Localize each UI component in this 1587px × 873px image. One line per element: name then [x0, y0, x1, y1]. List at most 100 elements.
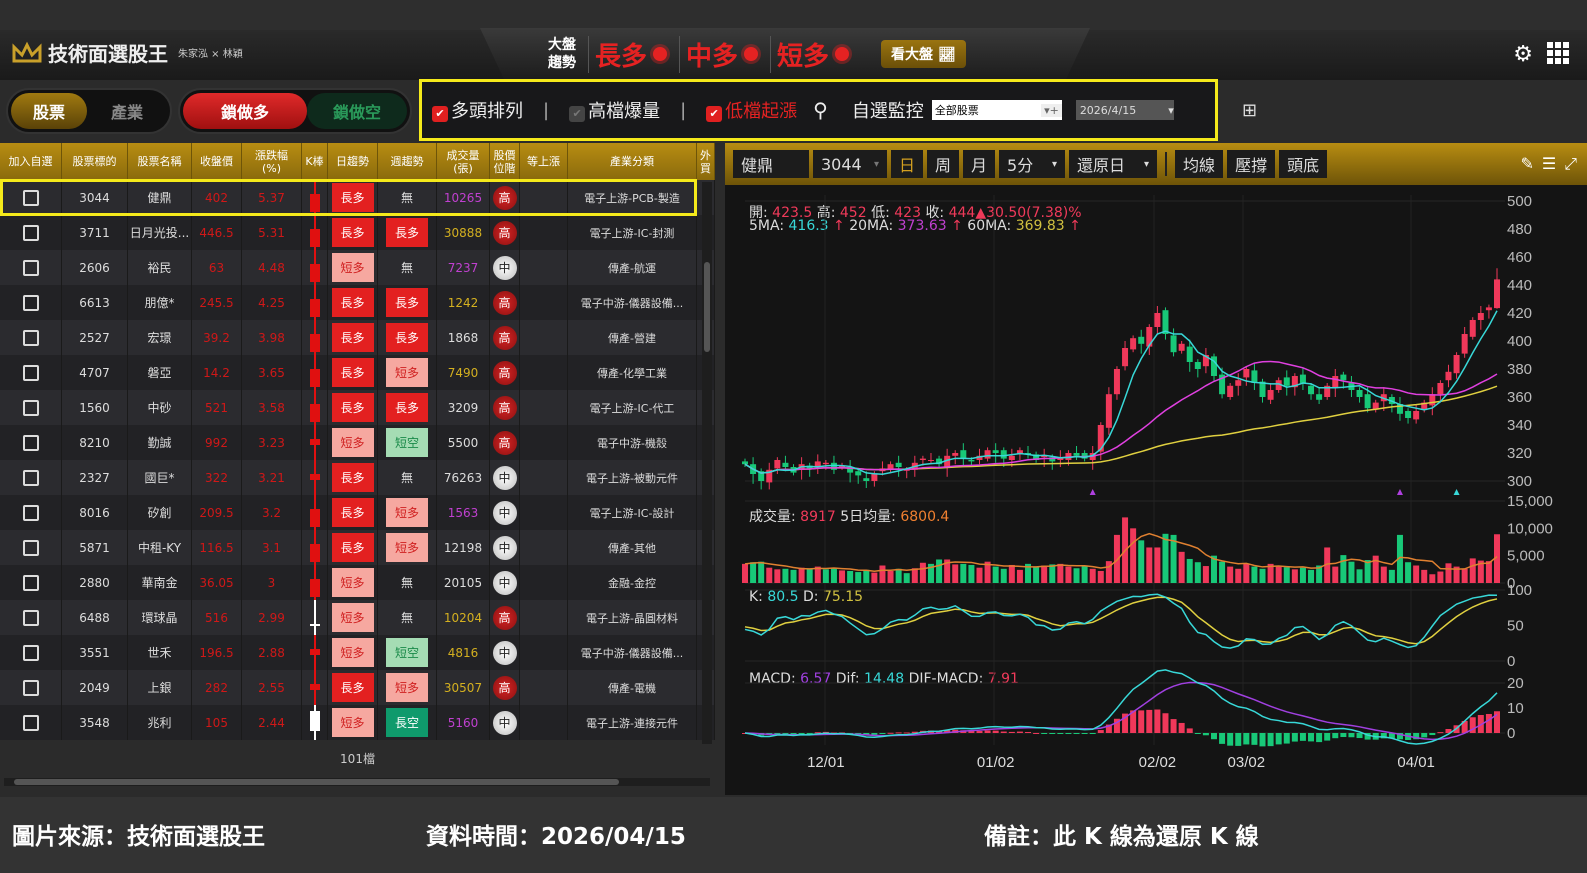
table-row[interactable]: 8016 矽創 209.5 3.2 長多 短多 1563 中 電子上游-IC-設計	[0, 495, 715, 530]
add-watchlist-checkbox[interactable]	[22, 679, 39, 696]
table-row[interactable]: 8210 勤誠 992 3.23 短多 短空 5500 高 電子中游-機殼	[0, 425, 715, 460]
table-row[interactable]: 2049 上銀 282 2.55 長多 短多 30507 高 傳產-電機	[0, 670, 715, 705]
table-row[interactable]: 4707 磐亞 14.2 3.65 長多 短多 7490 高 傳產-化學工業	[0, 355, 715, 390]
column-settings-icon[interactable]: ⊞	[1242, 100, 1257, 121]
add-watchlist-checkbox[interactable]	[22, 434, 39, 451]
stock-code[interactable]: 3551	[79, 646, 110, 660]
grid-menu-icon[interactable]	[1547, 42, 1569, 64]
stock-name-field[interactable]: 健鼎	[733, 150, 809, 178]
view-market-button[interactable]: 看大盤 📈︎	[881, 40, 966, 68]
lock-short-button[interactable]: 鎖做空	[307, 93, 407, 129]
interval-select[interactable]: 5分 ▾	[999, 150, 1066, 178]
stock-chart[interactable]: 50048046044042040038036034032030015,0001…	[725, 185, 1587, 795]
watch-select[interactable]: 全部股票 ▾+	[931, 100, 1062, 120]
add-watchlist-checkbox[interactable]	[22, 224, 39, 241]
stock-code[interactable]: 5871	[79, 541, 110, 555]
column-header[interactable]: 產業分類	[568, 143, 697, 180]
column-header[interactable]: 收盤價	[192, 143, 242, 180]
stock-name[interactable]: 宏璟	[147, 329, 171, 346]
table-row[interactable]: 3548 兆利 105 2.44 短多 長空 5160 中 電子上游-連接元件	[0, 705, 715, 740]
table-row[interactable]: 1560 中砂 521 3.58 長多 長多 3209 高 電子上游-IC-代工	[0, 390, 715, 425]
add-watchlist-checkbox[interactable]	[22, 364, 39, 381]
stock-name[interactable]: 裕民	[147, 259, 171, 276]
stock-code[interactable]: 8016	[79, 506, 110, 520]
search-icon[interactable]: ⚲	[813, 98, 828, 122]
add-watchlist-checkbox[interactable]	[22, 539, 39, 556]
stock-name[interactable]: 矽創	[147, 504, 171, 521]
add-watchlist-checkbox[interactable]	[22, 504, 39, 521]
column-header[interactable]: 股票名稱	[128, 143, 192, 180]
stock-name[interactable]: 華南金	[141, 574, 177, 591]
stock-name[interactable]: 環球晶	[141, 609, 177, 626]
support-resistance-button[interactable]: 壓撐	[1227, 150, 1276, 178]
stock-code[interactable]: 2527	[79, 331, 110, 345]
column-header[interactable]: 週趨勢	[378, 143, 437, 180]
stock-name[interactable]: 日月光投...	[130, 224, 189, 241]
horizontal-scrollbar[interactable]	[4, 778, 710, 786]
vertical-scrollbar[interactable]	[702, 182, 712, 744]
stock-name[interactable]: 朋億*	[144, 294, 174, 311]
add-watchlist-checkbox[interactable]	[22, 399, 39, 416]
table-row[interactable]: 2606 裕民 63 4.48 短多 無 7237 中 傳產-航運	[0, 250, 715, 285]
stock-name[interactable]: 中租-KY	[138, 539, 181, 556]
adjust-select[interactable]: 還原日 ▾	[1069, 150, 1158, 178]
column-header[interactable]: 漲跌幅 (%)	[242, 143, 302, 180]
stock-code[interactable]: 2880	[79, 576, 110, 590]
stock-code[interactable]: 6613	[79, 296, 110, 310]
stock-code[interactable]: 6488	[79, 611, 110, 625]
date-select[interactable]: 2026/4/15 ▾	[1075, 100, 1174, 120]
stock-code[interactable]: 2327	[79, 471, 110, 485]
add-watchlist-checkbox[interactable]	[22, 294, 39, 311]
stock-name[interactable]: 上銀	[147, 679, 171, 696]
add-watchlist-checkbox[interactable]	[22, 714, 39, 731]
column-header[interactable]: 外 買	[697, 143, 715, 180]
period-day-button[interactable]: 日	[891, 150, 924, 178]
column-header[interactable]: 成交量 (張)	[437, 143, 490, 180]
table-row[interactable]: 6613 朋億* 245.5 4.25 長多 長多 1242 高 電子中游-儀器設備...	[0, 285, 715, 320]
pencil-icon[interactable]: ✎	[1520, 154, 1533, 174]
column-header[interactable]: 加入自選	[0, 143, 62, 180]
column-header[interactable]: 股票標的	[62, 143, 128, 180]
table-row[interactable]: 2527 宏璟 39.2 3.98 長多 長多 1868 高 傳產-營建	[0, 320, 715, 355]
column-header[interactable]: K棒	[302, 143, 328, 180]
stock-name[interactable]: 勤誠	[147, 434, 171, 451]
period-month-button[interactable]: 月	[963, 150, 996, 178]
add-watchlist-checkbox[interactable]	[22, 644, 39, 661]
stock-name[interactable]: 中砂	[147, 399, 171, 416]
stock-name[interactable]: 兆利	[147, 714, 171, 731]
add-watchlist-checkbox[interactable]	[22, 329, 39, 346]
stock-code[interactable]: 2606	[79, 261, 110, 275]
filter-low-rise[interactable]: ✔ 低檔起漲	[706, 97, 797, 123]
gear-icon[interactable]: ⚙	[1513, 42, 1533, 67]
column-header[interactable]: 日趨勢	[328, 143, 378, 180]
sliders-icon[interactable]: ☰	[1542, 154, 1556, 174]
add-watchlist-checkbox[interactable]	[22, 469, 39, 486]
column-header[interactable]: 等上漲	[520, 143, 568, 180]
tab-stock[interactable]: 股票	[11, 93, 87, 129]
add-watchlist-checkbox[interactable]	[22, 609, 39, 626]
table-row[interactable]: 2880 華南金 36.05 3 短多 無 20105 中 金融-金控	[0, 565, 715, 600]
stock-name[interactable]: 磐亞	[147, 364, 171, 381]
table-row[interactable]: 3551 世禾 196.5 2.88 短多 短空 4816 中 電子中游-儀器設備...	[0, 635, 715, 670]
stock-name[interactable]: 國巨*	[144, 469, 174, 486]
table-row[interactable]: 5871 中租-KY 116.5 3.1 長多 短多 12198 中 傳產-其他	[0, 530, 715, 565]
stock-code[interactable]: 3711	[79, 226, 110, 240]
expand-icon[interactable]: ⤢	[1564, 154, 1577, 174]
table-row[interactable]: 6488 環球晶 516 2.99 短多 無 10204 高 電子上游-晶圓材料	[0, 600, 715, 635]
stock-code-select[interactable]: 3044 ▾	[813, 150, 887, 178]
table-row[interactable]: 3711 日月光投... 446.5 5.31 長多 長多 30888 高 電子上游-IC-封測	[0, 215, 715, 250]
stock-code[interactable]: 2049	[79, 681, 110, 695]
stock-code[interactable]: 3548	[79, 716, 110, 730]
period-week-button[interactable]: 周	[927, 150, 960, 178]
stock-code[interactable]: 8210	[79, 436, 110, 450]
lock-long-button[interactable]: 鎖做多	[183, 93, 307, 129]
table-row[interactable]: 2327 國巨* 322 3.21 長多 無 76263 中 電子上游-被動元件	[0, 460, 715, 495]
stock-code[interactable]: 1560	[79, 401, 110, 415]
tab-industry[interactable]: 產業	[87, 93, 167, 129]
stock-name[interactable]: 世禾	[147, 644, 171, 661]
add-watchlist-checkbox[interactable]	[22, 259, 39, 276]
ma-button[interactable]: 均線	[1175, 150, 1224, 178]
filter-high-volume[interactable]: ✔ 高檔爆量	[569, 97, 660, 123]
column-header[interactable]: 股價 位階	[490, 143, 520, 180]
add-watchlist-checkbox[interactable]	[22, 574, 39, 591]
